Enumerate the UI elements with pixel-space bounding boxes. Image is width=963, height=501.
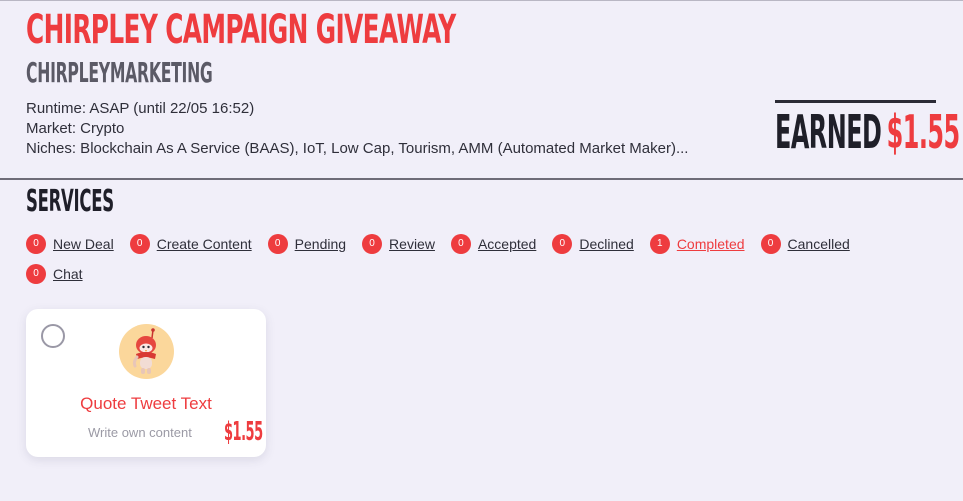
- section-divider: [0, 178, 963, 180]
- earned-value: $1.55: [886, 105, 961, 159]
- count-badge: 0: [267, 234, 288, 254]
- service-price: $1.55: [224, 417, 263, 447]
- filter-label[interactable]: Review: [389, 236, 435, 252]
- filter-label[interactable]: Create Content: [157, 236, 252, 252]
- campaign-title: CHIRPLEY CAMPAIGN GIVEAWAY: [26, 7, 456, 53]
- filter-cancelled[interactable]: 0 Cancelled: [760, 234, 850, 254]
- filter-chat[interactable]: 0 Chat: [26, 264, 83, 284]
- count-badge: 1: [649, 234, 670, 254]
- campaign-niches: Niches: Blockchain As A Service (BAAS), …: [26, 140, 689, 157]
- earned-label: EARNED: [775, 105, 882, 159]
- campaign-header: CHIRPLEY CAMPAIGN GIVEAWAY CHIRPLEYMARKE…: [26, 4, 726, 159]
- top-rule: [0, 0, 963, 1]
- filter-label[interactable]: Cancelled: [788, 236, 850, 252]
- filter-completed[interactable]: 1 Completed: [649, 234, 745, 254]
- count-badge: 0: [362, 234, 383, 254]
- count-badge: 0: [552, 234, 573, 254]
- filter-new-deal[interactable]: 0 New Deal: [26, 234, 114, 254]
- count-badge: 0: [26, 234, 46, 254]
- filter-label[interactable]: Declined: [579, 236, 633, 252]
- campaign-runtime: Runtime: ASAP (until 22/05 16:52): [26, 100, 255, 117]
- service-card[interactable]: Quote Tweet Text Write own content $1.55: [26, 309, 266, 457]
- filter-label[interactable]: Accepted: [478, 236, 536, 252]
- filter-label[interactable]: Chat: [53, 266, 83, 282]
- service-subtitle: Write own content: [88, 425, 192, 440]
- filter-review[interactable]: 0 Review: [362, 234, 435, 254]
- select-radio[interactable]: [41, 324, 65, 348]
- services-title: SERVICES: [26, 184, 114, 219]
- campaign-brand: CHIRPLEYMARKETING: [26, 56, 213, 89]
- campaign-meta: Runtime: ASAP (until 22/05 16:52) Market…: [26, 99, 726, 159]
- campaign-market: Market: Crypto: [26, 120, 125, 137]
- filter-label[interactable]: New Deal: [53, 236, 114, 252]
- service-title: Quote Tweet Text: [80, 394, 212, 413]
- filter-declined[interactable]: 0 Declined: [552, 234, 634, 254]
- filter-pending[interactable]: 0 Pending: [267, 234, 346, 254]
- count-badge: 0: [129, 234, 150, 254]
- filter-create-content[interactable]: 0 Create Content: [129, 234, 252, 254]
- mascot-graphic: [132, 328, 156, 374]
- earned-summary: EARNED $1.55: [775, 105, 960, 159]
- filter-accepted[interactable]: 0 Accepted: [450, 234, 536, 254]
- status-filters: 0 New Deal 0 Create Content 0 Pending 0 …: [26, 234, 926, 284]
- count-badge: 0: [450, 234, 471, 254]
- count-badge: 0: [760, 234, 781, 254]
- filter-label[interactable]: Pending: [295, 236, 346, 252]
- filter-label[interactable]: Completed: [677, 236, 745, 252]
- chirpley-mascot-icon: [119, 324, 174, 379]
- count-badge: 0: [26, 264, 46, 284]
- earned-box: EARNED $1.55: [775, 100, 960, 160]
